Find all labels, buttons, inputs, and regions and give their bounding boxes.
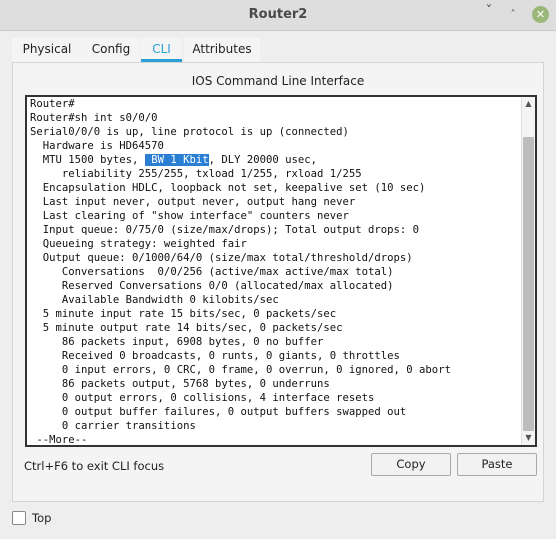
- console-line: Available Bandwidth 0 kilobits/sec: [30, 293, 522, 307]
- top-checkbox[interactable]: [12, 511, 26, 525]
- cli-panel-title: IOS Command Line Interface: [191, 74, 365, 88]
- console-line-text: --More--: [30, 434, 88, 446]
- window-title: Router2: [248, 7, 308, 22]
- paste-button[interactable]: Paste: [457, 453, 537, 476]
- console-output[interactable]: Router# Router#sh int s0/0/0 Serial0/0/0 i…: [30, 97, 522, 446]
- console-line: Serial0/0/0 is up, line protocol is up (…: [30, 125, 522, 139]
- console-line-text: 5 minute input rate 15 bits/sec, 0 packe…: [30, 308, 337, 320]
- console-line: 5 minute output rate 14 bits/sec, 0 pack…: [30, 321, 522, 335]
- console-line: Router#: [30, 97, 522, 111]
- cli-panel: IOS Command Line Interface Router# Router…: [12, 62, 544, 502]
- console-line-suffix: , DLY 20000 usec,: [208, 154, 318, 166]
- selected-bandwidth-text: BW 1 Kbit: [144, 154, 209, 166]
- console-line-text: 0 output buffer failures, 0 output buffe…: [30, 406, 407, 418]
- console-line: Received 0 broadcasts, 0 runts, 0 giants…: [30, 349, 522, 363]
- console-line: Output queue: 0/1000/64/0 (size/max tota…: [30, 251, 522, 265]
- close-button[interactable]: ✕: [532, 6, 549, 23]
- scroll-down-arrow-icon[interactable]: ▼: [522, 431, 535, 445]
- console-line: 5 minute input rate 15 bits/sec, 0 packe…: [30, 307, 522, 321]
- console-line: Conversations 0/0/256 (active/max active…: [30, 265, 522, 279]
- cli-console[interactable]: Router# Router#sh int s0/0/0 Serial0/0/0 i…: [25, 95, 537, 447]
- console-line-text: Router#: [30, 98, 75, 110]
- console-line: Reserved Conversations 0/0 (allocated/ma…: [30, 279, 522, 293]
- cli-focus-hint: Ctrl+F6 to exit CLI focus: [24, 459, 165, 473]
- console-line-text: Hardware is HD64570: [30, 140, 164, 152]
- top-checkbox-label: Top: [32, 511, 52, 525]
- console-line-text: Router#sh int s0/0/0: [30, 112, 158, 124]
- tab-attributes[interactable]: Attributes: [184, 38, 260, 62]
- console-line-text: Last input never, output never, output h…: [30, 196, 356, 208]
- console-line: 0 output errors, 0 collisions, 4 interfa…: [30, 391, 522, 405]
- tab-physical[interactable]: Physical: [12, 38, 82, 62]
- console-line-text: 0 output errors, 0 collisions, 4 interfa…: [30, 392, 375, 404]
- console-line-text: Last clearing of "show interface" counte…: [30, 210, 349, 222]
- copy-button[interactable]: Copy: [371, 453, 451, 476]
- console-line-text: Queueing strategy: weighted fair: [30, 238, 247, 250]
- console-line: 86 packets output, 5768 bytes, 0 underru…: [30, 377, 522, 391]
- console-line-text: Conversations 0/0/256 (active/max active…: [30, 266, 394, 278]
- console-line: MTU 1500 bytes, BW 1 Kbit, DLY 20000 use…: [30, 153, 522, 167]
- console-line-text: Encapsulation HDLC, loopback not set, ke…: [30, 182, 426, 194]
- console-line: reliability 255/255, txload 1/255, rxloa…: [30, 167, 522, 181]
- maximize-button[interactable]: ˄: [504, 6, 522, 24]
- console-line-text: Input queue: 0/75/0 (size/max/drops); To…: [30, 224, 420, 236]
- tab-cli[interactable]: CLI: [141, 38, 182, 62]
- console-line-text: reliability 255/255, txload 1/255, rxloa…: [30, 168, 362, 180]
- console-line-text: Received 0 broadcasts, 0 runts, 0 giants…: [30, 350, 400, 362]
- scroll-track[interactable]: [523, 111, 534, 431]
- console-scrollbar[interactable]: ▲ ▼: [521, 97, 535, 445]
- console-line-text: 0 carrier transitions: [30, 420, 196, 432]
- console-line: Encapsulation HDLC, loopback not set, ke…: [30, 181, 522, 195]
- scroll-up-arrow-icon[interactable]: ▲: [522, 97, 535, 111]
- console-line-text: 5 minute output rate 14 bits/sec, 0 pack…: [30, 322, 343, 334]
- console-line: --More--: [30, 433, 522, 446]
- console-line-text: Serial0/0/0 is up, line protocol is up (…: [30, 126, 349, 138]
- console-line-text: 0 input errors, 0 CRC, 0 frame, 0 overru…: [30, 364, 451, 376]
- console-line: Hardware is HD64570: [30, 139, 522, 153]
- console-line: 0 output buffer failures, 0 output buffe…: [30, 405, 522, 419]
- console-line-text: Output queue: 0/1000/64/0 (size/max tota…: [30, 252, 413, 264]
- console-line: Queueing strategy: weighted fair: [30, 237, 522, 251]
- console-line-text: MTU 1500 bytes,: [30, 154, 145, 166]
- console-line: 0 carrier transitions: [30, 419, 522, 433]
- title-bar: Router2 ˇ ˄ ✕: [0, 0, 556, 31]
- console-line-text: Reserved Conversations 0/0 (allocated/ma…: [30, 280, 394, 292]
- console-line-text: Available Bandwidth 0 kilobits/sec: [30, 294, 279, 306]
- console-line: Last clearing of "show interface" counte…: [30, 209, 522, 223]
- console-line: 0 input errors, 0 CRC, 0 frame, 0 overru…: [30, 363, 522, 377]
- console-line-text: 86 packets output, 5768 bytes, 0 underru…: [30, 378, 330, 390]
- console-line: Last input never, output never, output h…: [30, 195, 522, 209]
- tab-config[interactable]: Config: [82, 38, 140, 62]
- console-line: 86 packets input, 6908 bytes, 0 no buffe…: [30, 335, 522, 349]
- console-line-text: 86 packets input, 6908 bytes, 0 no buffe…: [30, 336, 324, 348]
- console-line: Input queue: 0/75/0 (size/max/drops); To…: [30, 223, 522, 237]
- minimize-button[interactable]: ˇ: [480, 5, 498, 24]
- scroll-thumb[interactable]: [523, 137, 534, 431]
- console-line: Router#sh int s0/0/0: [30, 111, 522, 125]
